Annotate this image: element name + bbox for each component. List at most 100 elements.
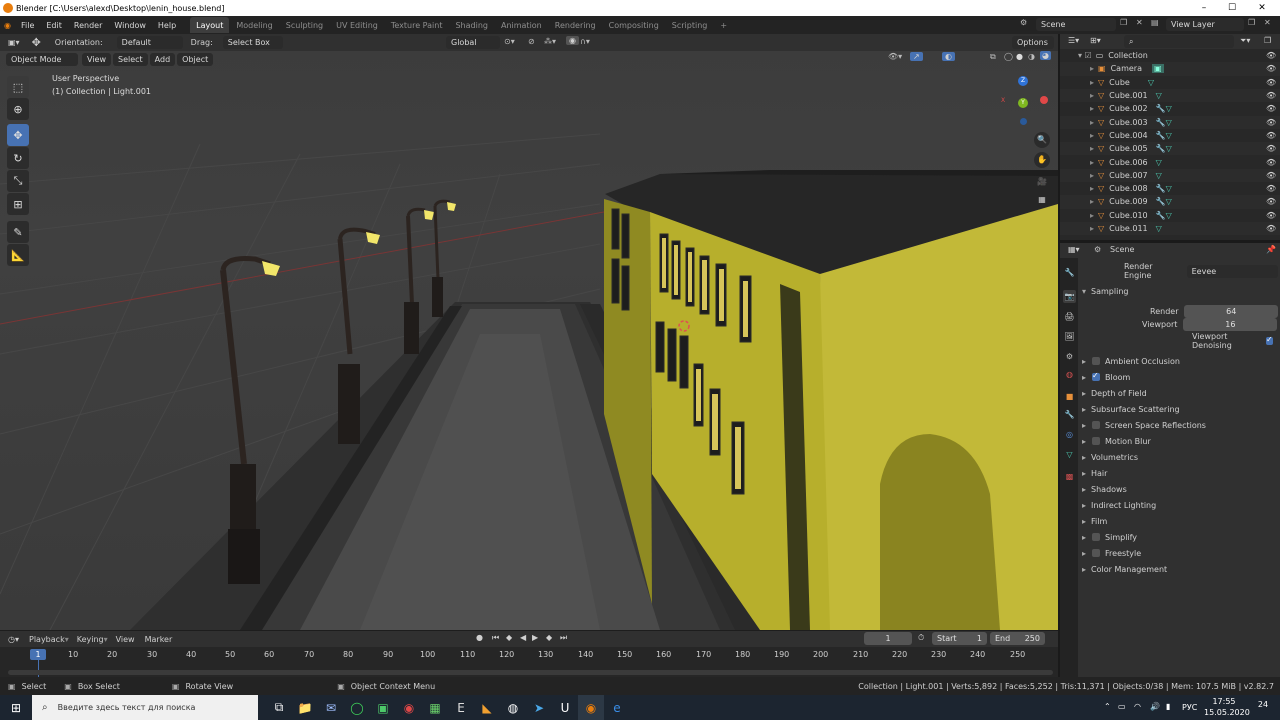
preview-range-icon[interactable]: ⏱ — [918, 633, 924, 643]
outliner-row-camera[interactable]: ▸ ▣ Camera ▣ 👁 — [1060, 62, 1280, 76]
scene-selector[interactable]: Scene — [1036, 18, 1116, 31]
panel-color-management[interactable]: ▸ Color Management — [1082, 562, 1278, 576]
measure-tool-icon[interactable]: 📐 — [7, 244, 29, 266]
tray-battery-icon[interactable]: ▮ — [1166, 702, 1170, 711]
editor-type-icon[interactable]: ▣▾ — [8, 38, 20, 47]
viewport-samples-field[interactable]: 16 — [1183, 317, 1278, 331]
gizmo-x-axis[interactable]: X — [998, 96, 1008, 106]
outliner-row-mesh[interactable]: ▸ ▽ Cube.005 🔧 ▽ 👁 — [1060, 142, 1280, 156]
play-reverse-icon[interactable]: ◀ — [520, 633, 526, 642]
eye-icon[interactable]: 👁 — [1266, 171, 1276, 180]
eye-icon[interactable]: 👁 — [1266, 144, 1276, 153]
panel-simplify[interactable]: ▸ Simplify — [1082, 530, 1278, 544]
world-tab-icon[interactable]: ◍ — [1063, 368, 1076, 381]
clock-time[interactable]: 17:55 — [1210, 697, 1238, 706]
render-samples-field[interactable]: 64 — [1184, 304, 1278, 318]
outliner-row-mesh[interactable]: ▸ ▽ Cube.011 ▽ 👁 — [1060, 221, 1280, 236]
eye-icon[interactable]: 👁 — [1266, 51, 1276, 60]
gizmo-y-axis[interactable]: Y — [1018, 98, 1028, 108]
current-frame-field[interactable]: 1 — [864, 632, 912, 645]
tab-shading[interactable]: Shading — [449, 17, 494, 33]
notification-center[interactable]: 24 — [1252, 700, 1274, 715]
menu-window[interactable]: Window — [108, 16, 152, 34]
edge-icon[interactable]: e — [604, 695, 630, 720]
shading-solid-icon[interactable]: ● — [1016, 52, 1023, 61]
3d-viewport[interactable]: ▣▾ ✥ Orientation: Default Drag: Select B… — [0, 34, 1058, 630]
panel-hair[interactable]: ▸ Hair — [1082, 466, 1278, 480]
outliner-row-mesh[interactable]: ▸ ▽ Cube.003 🔧 ▽ 👁 — [1060, 115, 1280, 129]
prev-keyframe-icon[interactable]: ◆ — [506, 633, 512, 642]
new-scene-icon[interactable]: ❐ — [1120, 18, 1127, 27]
properties-editor-icon[interactable]: ▦▾ — [1068, 245, 1080, 254]
material-tab-icon[interactable]: ▩ — [1063, 470, 1076, 483]
falloff-icon[interactable]: ∩▾ — [580, 37, 590, 46]
minimize-button[interactable]: – — [1192, 0, 1216, 16]
freestyle-checkbox[interactable] — [1092, 549, 1101, 557]
eye-icon[interactable]: 👁 — [1266, 158, 1276, 167]
timeline-editor-icon[interactable]: ◷▾ — [8, 635, 19, 644]
select-box-tool-icon[interactable]: ⬚ — [7, 76, 29, 98]
menu-marker[interactable]: Marker — [145, 635, 173, 644]
mode-dropdown[interactable]: Object Mode — [6, 52, 78, 66]
new-collection-icon[interactable]: ❐ — [1264, 36, 1271, 45]
menu-view[interactable]: View — [82, 52, 111, 66]
tab-compositing[interactable]: Compositing — [603, 17, 665, 33]
visibility-icon[interactable]: 👁▾ — [888, 52, 902, 61]
file-explorer-icon[interactable]: 📁 — [292, 695, 318, 720]
gizmo-neg-x-axis[interactable] — [1040, 96, 1048, 104]
panel-freestyle[interactable]: ▸ Freestyle — [1082, 546, 1278, 560]
delete-scene-icon[interactable]: ✕ — [1136, 18, 1143, 27]
panel-film[interactable]: ▸ Film — [1082, 514, 1278, 528]
pan-hand-icon[interactable]: ✋ — [1034, 152, 1050, 168]
annotate-tool-icon[interactable]: ✎ — [7, 221, 29, 243]
transform-tool-icon-2[interactable]: ⊞ — [7, 193, 29, 215]
menu-edit[interactable]: Edit — [40, 16, 68, 34]
pin-icon[interactable]: 📌 — [1266, 245, 1276, 254]
scene-tab-icon[interactable]: ⚙ — [1063, 350, 1076, 363]
panel-volumetrics[interactable]: ▸ Volumetrics — [1082, 450, 1278, 464]
tray-chevron-icon[interactable]: ⌃ — [1104, 702, 1111, 711]
motion-blur-checkbox[interactable] — [1092, 437, 1101, 445]
menu-playback[interactable]: Playback — [29, 635, 65, 644]
app-icon-green[interactable]: ▣ — [370, 695, 396, 720]
eye-icon[interactable]: 👁 — [1266, 184, 1276, 193]
eye-icon[interactable]: 👁 — [1266, 104, 1276, 113]
eye-icon[interactable]: 👁 — [1266, 91, 1276, 100]
unreal-engine-icon[interactable]: U — [552, 695, 578, 720]
app-icon-game[interactable]: ▦ — [422, 695, 448, 720]
tab-scripting[interactable]: Scripting — [666, 17, 714, 33]
proportional-edit-icon[interactable]: ◉ — [566, 36, 579, 45]
outliner-row-mesh[interactable]: ▸ ▽ Cube.008 🔧 ▽ 👁 — [1060, 182, 1280, 195]
tab-uv-editing[interactable]: UV Editing — [330, 17, 384, 33]
camera-view-icon[interactable]: 🎥 — [1034, 174, 1050, 190]
outliner-row-mesh[interactable]: ▸ ▽ Cube.009 🔧 ▽ 👁 — [1060, 195, 1280, 209]
app-icon-circle[interactable]: ◯ — [344, 695, 370, 720]
object-tab-icon[interactable]: ■ — [1063, 390, 1076, 403]
record-icon[interactable]: ● — [476, 633, 483, 642]
next-keyframe-icon[interactable]: ◆ — [546, 633, 552, 642]
output-tab-icon[interactable]: 🖨 — [1063, 310, 1076, 323]
options-dropdown[interactable]: Options — [1012, 36, 1054, 49]
tab-texture-paint[interactable]: Texture Paint — [385, 17, 449, 33]
pivot-icon[interactable]: ⊙▾ — [504, 37, 515, 46]
data-tab-icon[interactable]: ▽ — [1063, 448, 1076, 461]
move-tool-icon[interactable]: ✥ — [7, 124, 29, 146]
eye-icon[interactable]: 👁 — [1266, 118, 1276, 127]
language-indicator[interactable]: РУС — [1182, 703, 1197, 712]
outliner-row-collection[interactable]: ▾ ☑ ▭ Collection 👁 — [1060, 49, 1280, 62]
start-frame-field[interactable]: Start 1 — [932, 632, 987, 645]
chrome-icon[interactable]: ◉ — [396, 695, 422, 720]
tab-modeling[interactable]: Modeling — [230, 17, 278, 33]
tray-network-icon[interactable]: ▭ — [1118, 702, 1126, 711]
eye-icon[interactable]: 👁 — [1266, 78, 1276, 87]
navigation-gizmo[interactable]: Z Y X — [996, 74, 1052, 130]
end-frame-field[interactable]: End 250 — [990, 632, 1045, 645]
snap-icon[interactable]: ⊘ — [528, 37, 535, 46]
tool-tab-icon[interactable]: 🔧 — [1063, 266, 1076, 279]
outliner-row-mesh[interactable]: ▸ ▽ Cube.010 🔧 ▽ 👁 — [1060, 209, 1280, 222]
outliner-row-mesh[interactable]: ▸ ▽ Cube.004 🔧 ▽ 👁 — [1060, 129, 1280, 142]
menu-select[interactable]: Select — [112, 52, 148, 66]
panel-depth-of-field[interactable]: ▸ Depth of Field — [1082, 386, 1278, 400]
scale-tool-icon[interactable]: ⤡ — [7, 170, 29, 192]
app-icon-orange[interactable]: ◣ — [474, 695, 500, 720]
